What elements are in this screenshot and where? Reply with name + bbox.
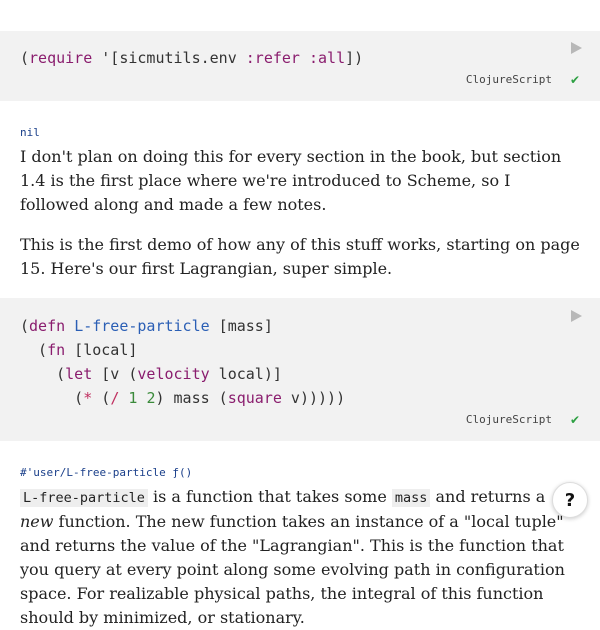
language-label: ClojureScript [465,73,552,86]
code-token: '[ [92,49,120,67]
code-token: :all [309,49,346,67]
inline-code: mass [391,489,431,507]
inline-code: L-free-particle [20,489,148,507]
code-token: sicmutils.env [119,49,237,67]
code-editor[interactable]: (defn L-free-particle [mass] (fn [local]… [20,314,345,410]
paragraph: This is the first demo of how any of thi… [20,235,580,278]
code-cell-require[interactable]: (require '[sicmutils.env :refer :all]) C… [0,31,600,101]
checkmark-icon: ✔ [569,413,580,427]
language-label: ClojureScript [465,413,552,426]
cell-result: nil [20,126,40,139]
checkmark-icon: ✔ [569,73,580,87]
code-token: :refer [245,49,300,67]
paragraph: I don't plan on doing this for every sec… [20,147,562,214]
play-icon[interactable] [571,310,582,322]
play-icon[interactable] [571,42,582,54]
code-editor[interactable]: (require '[sicmutils.env :refer :all]) [20,46,363,70]
code-token: ]) [345,49,364,67]
cell-result: #'user/L-free-particle ƒ() [20,466,193,479]
question-icon[interactable]: ? [552,482,588,518]
code-cell-lagrangian[interactable]: (defn L-free-particle [mass] (fn [local]… [0,298,600,441]
code-token: ( [20,49,30,67]
code-token: require [29,49,93,67]
paragraph: L-free-particle is a function that takes… [20,487,565,627]
